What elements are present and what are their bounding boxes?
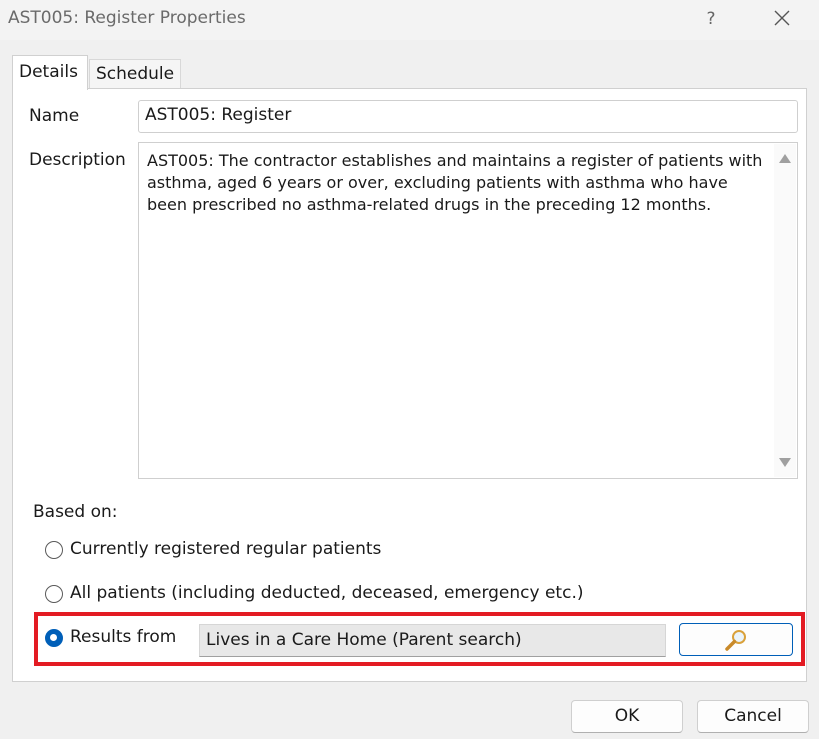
radio-label: All patients (including deducted, deceas… — [70, 583, 584, 603]
help-button[interactable]: ? — [697, 6, 725, 32]
name-input[interactable]: AST005: Register — [138, 100, 798, 133]
window-title: AST005: Register Properties — [8, 8, 246, 28]
radio-button[interactable] — [45, 541, 63, 559]
cancel-button[interactable]: Cancel — [697, 700, 809, 733]
scroll-down-arrow[interactable] — [779, 458, 791, 467]
radio-button-selected[interactable] — [45, 629, 63, 647]
tab-details[interactable]: Details — [12, 55, 88, 90]
radio-button[interactable] — [45, 585, 63, 603]
based-on-label: Based on: — [33, 502, 118, 522]
radio-label: Results from — [70, 627, 177, 647]
close-icon — [774, 10, 790, 26]
description-textarea[interactable]: AST005: The contractor establishes and m… — [138, 142, 798, 479]
results-from-field: Lives in a Care Home (Parent search) — [199, 624, 666, 657]
magnifier-icon — [725, 630, 746, 651]
description-scrollbar[interactable] — [774, 144, 796, 477]
tab-schedule[interactable]: Schedule — [89, 59, 181, 89]
scroll-up-arrow[interactable] — [779, 154, 791, 163]
search-button[interactable] — [679, 623, 793, 656]
details-panel: Name AST005: Register Description AST005… — [12, 88, 807, 682]
description-label: Description — [29, 150, 126, 170]
title-bar: AST005: Register Properties ? — [0, 0, 819, 40]
description-text: AST005: The contractor establishes and m… — [147, 151, 763, 214]
ok-button[interactable]: OK — [571, 700, 683, 733]
name-label: Name — [29, 106, 80, 126]
radio-label: Currently registered regular patients — [70, 539, 382, 559]
close-button[interactable] — [766, 5, 798, 33]
